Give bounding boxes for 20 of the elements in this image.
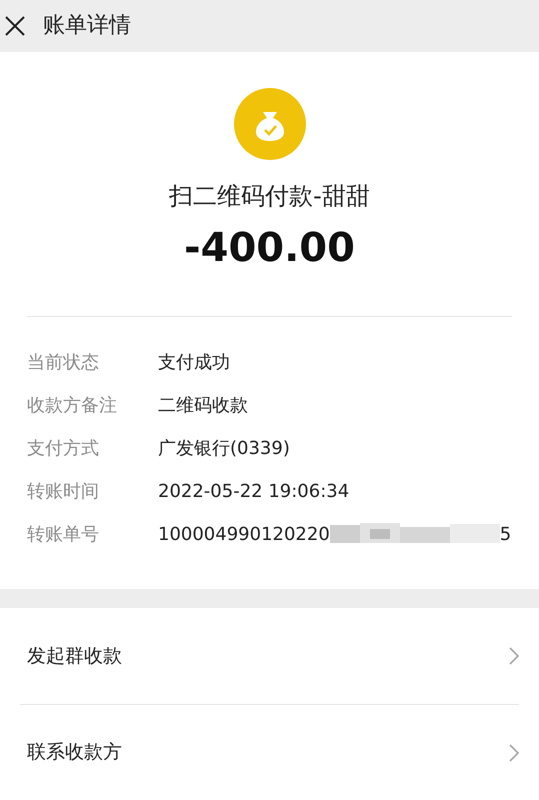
- page-title: 账单详情: [43, 12, 131, 40]
- chevron-right-icon: [509, 744, 519, 762]
- action-item[interactable]: 发起群收款: [27, 642, 122, 670]
- detail-value: 广发银行(0339): [158, 436, 290, 461]
- detail-label: 收款方备注: [27, 394, 118, 418]
- action-item[interactable]: 联系收款方: [27, 738, 122, 767]
- detail-value: 支付成功: [158, 350, 230, 375]
- detail-label: 当前状态: [27, 350, 100, 375]
- money-bag-icon: [234, 88, 306, 160]
- detail-label: 转账单号: [27, 522, 100, 547]
- detail-value: 二维码收款: [158, 394, 248, 418]
- close-icon[interactable]: [4, 14, 26, 37]
- detail-value: 2022-05-22 19:06:34: [158, 480, 350, 504]
- payment-title: 扫二维码付款-甜甜: [168, 180, 371, 212]
- detail-label: 支付方式: [27, 436, 100, 461]
- detail-value: 5: [500, 522, 512, 547]
- detail-value: 100004990120220: [158, 522, 330, 547]
- chevron-right-icon: [509, 647, 519, 665]
- detail-label: 转账时间: [27, 480, 100, 504]
- payment-amount: -400.00: [183, 224, 356, 273]
